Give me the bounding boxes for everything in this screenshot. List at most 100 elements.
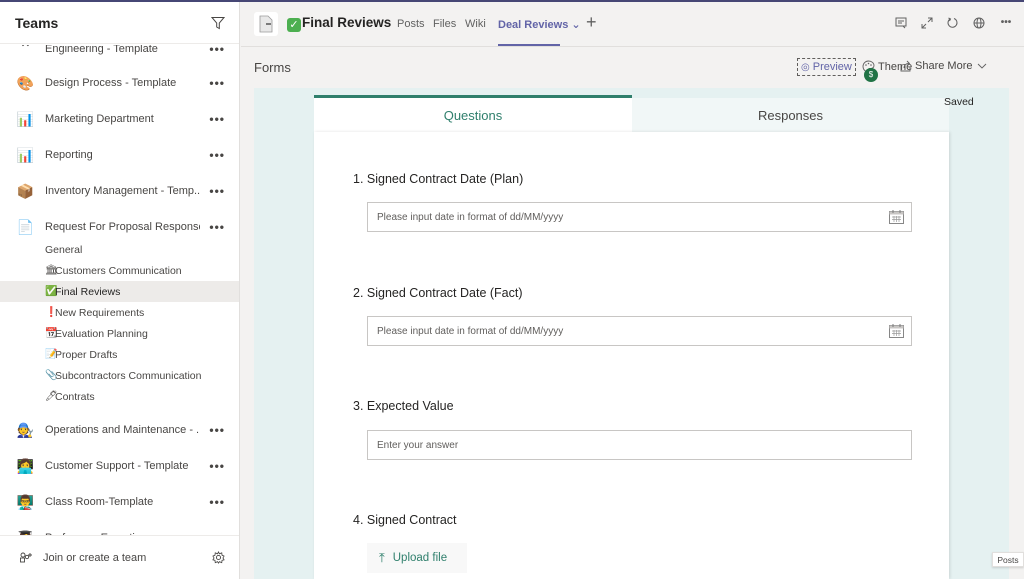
add-tab-button[interactable]: +	[586, 12, 597, 33]
more-options-icon[interactable]: •••	[209, 495, 225, 509]
more-options-icon[interactable]: •••	[209, 423, 225, 437]
channel-name: Customers Communication	[55, 264, 182, 277]
person-icon: 🧑‍🔧	[16, 421, 35, 438]
share-label: Share More	[915, 60, 973, 72]
pen-icon: 🖊	[45, 391, 58, 402]
team-item[interactable]: 👩‍🎓 Professors Expertise •••	[0, 520, 239, 536]
preview-label: Preview	[812, 61, 852, 73]
exclamation-icon: ❗	[45, 307, 58, 318]
channel-item[interactable]: 🖊 Contrats	[0, 386, 239, 407]
team-item[interactable]: 📊 Reporting •••	[0, 137, 239, 173]
tab-responses[interactable]: Responses	[632, 98, 949, 132]
channel-item[interactable]: 📆 Evaluation Planning	[0, 323, 239, 344]
team-item[interactable]: ⌃ Engineering - Template •••	[0, 45, 239, 67]
channel-title-text: Final Reviews	[302, 15, 392, 30]
document-icon: 📄	[16, 218, 35, 235]
tab-deal-reviews[interactable]: Deal Reviews ⌄	[498, 18, 581, 31]
upload-file-button[interactable]: ⤒ Upload file	[367, 543, 467, 573]
team-name: Engineering - Template	[45, 45, 158, 55]
team-item[interactable]: 👩‍💻 Customer Support - Template •••	[0, 448, 239, 484]
answer-input[interactable]: Enter your answer	[367, 430, 912, 460]
preview-button[interactable]: ◎ Preview	[797, 58, 856, 76]
more-options-icon[interactable]: •••	[209, 220, 225, 234]
input-placeholder: Please input date in format of dd/MM/yyy…	[377, 325, 564, 337]
expand-icon[interactable]	[920, 16, 933, 29]
join-create-team[interactable]: Join or create a team	[0, 535, 239, 579]
channel-header: ✓ Final Reviews Posts Files Wiki Deal Rev…	[241, 2, 1024, 47]
calendar-icon[interactable]	[889, 210, 904, 224]
channel-name: New Requirements	[55, 306, 145, 319]
date-input[interactable]: Please input date in format of dd/MM/yyy…	[367, 202, 912, 232]
team-add-icon	[20, 552, 32, 562]
team-item[interactable]: 📊 Marketing Department •••	[0, 101, 239, 137]
calendar-icon: 📆	[45, 328, 58, 339]
document-icon	[259, 15, 273, 33]
share-icon	[900, 60, 911, 72]
team-avatar	[254, 12, 278, 36]
question-title: 3. Expected Value	[353, 399, 454, 413]
tab-questions[interactable]: Questions	[314, 95, 632, 132]
join-team-label: Join or create a team	[43, 551, 147, 564]
team-name: Operations and Maintenance - ...	[45, 424, 200, 436]
more-options-icon[interactable]: •••	[209, 184, 225, 198]
channel-item[interactable]: 🏛 Customers Communication	[0, 260, 239, 281]
team-name: Inventory Management - Temp...	[45, 185, 200, 197]
upload-label: Upload file	[392, 552, 448, 564]
chevron-down-icon	[978, 63, 987, 69]
package-icon: 📦	[16, 182, 35, 199]
more-options-icon[interactable]: •••	[209, 459, 225, 473]
tab-wiki[interactable]: Wiki	[465, 18, 486, 30]
team-item[interactable]: 👨‍🏫 Class Room-Template •••	[0, 484, 239, 520]
more-options-icon[interactable]: •••	[998, 16, 1014, 29]
channel-name: Contrats	[55, 390, 95, 403]
input-placeholder: Enter your answer	[377, 439, 459, 451]
filter-icon[interactable]	[211, 16, 225, 30]
date-input[interactable]: Please input date in format of dd/MM/yyy…	[367, 316, 912, 346]
globe-icon[interactable]	[972, 16, 985, 29]
channel-item-active[interactable]: ✅ Final Reviews	[0, 281, 239, 302]
team-item[interactable]: 🎨 Design Process - Template •••	[0, 65, 239, 101]
team-item[interactable]: 🧑‍🔧 Operations and Maintenance - ... •••	[0, 412, 239, 448]
more-options-icon[interactable]: •••	[209, 76, 225, 90]
team-name: Request For Proposal Response...	[45, 221, 200, 233]
memo-icon: 📝	[45, 349, 58, 360]
question-title: 4. Signed Contract	[353, 513, 457, 527]
bar-chart-icon: 📊	[16, 110, 35, 127]
chevron-up-icon: ⌃	[18, 45, 33, 58]
more-options-icon[interactable]: •••	[209, 148, 225, 162]
header-actions: •••	[894, 16, 1014, 29]
form-card	[314, 132, 949, 579]
input-placeholder: Please input date in format of dd/MM/yyy…	[377, 211, 564, 223]
channel-item[interactable]: ❗ New Requirements	[0, 302, 239, 323]
more-options-icon[interactable]: •••	[209, 112, 225, 126]
tab-files[interactable]: Files	[433, 18, 456, 30]
team-name: Customer Support - Template	[45, 460, 189, 472]
question-title: 1. Signed Contract Date (Plan)	[353, 172, 524, 186]
calendar-icon[interactable]	[889, 324, 904, 338]
tab-posts[interactable]: Posts	[397, 18, 425, 30]
team-name: Marketing Department	[45, 113, 154, 125]
channel-name: Proper Drafts	[55, 348, 118, 361]
gear-icon[interactable]	[212, 551, 225, 564]
building-icon: 🏛	[45, 265, 58, 276]
teams-sidebar: Teams ⌃ Engineering - Template ••• 🎨 Des…	[0, 2, 240, 579]
more-options-icon[interactable]: •••	[209, 45, 225, 56]
conversation-icon[interactable]	[894, 16, 907, 29]
refresh-icon[interactable]	[946, 16, 959, 29]
channel-title: ✓ Final Reviews	[287, 15, 391, 32]
question-title: 2. Signed Contract Date (Fact)	[353, 286, 523, 300]
eye-icon: ◎	[801, 61, 810, 73]
channel-item[interactable]: 📎 Subcontractors Communication	[0, 365, 239, 386]
teams-list[interactable]: ⌃ Engineering - Template ••• 🎨 Design Pr…	[0, 45, 239, 535]
share-button[interactable]: Share More	[900, 60, 987, 72]
check-icon: ✅	[45, 286, 58, 297]
channel-item[interactable]: General	[0, 239, 239, 260]
person-laptop-icon: 👩‍💻	[16, 457, 35, 474]
app-label: Forms	[254, 60, 291, 75]
team-item[interactable]: 📦 Inventory Management - Temp... •••	[0, 173, 239, 209]
channel-name: Evaluation Planning	[55, 327, 148, 340]
channel-item[interactable]: 📝 Proper Drafts	[0, 344, 239, 365]
forms-badge-icon: $	[864, 68, 878, 82]
save-status: Saved	[944, 96, 974, 108]
palette-icon: 🎨	[16, 74, 35, 91]
